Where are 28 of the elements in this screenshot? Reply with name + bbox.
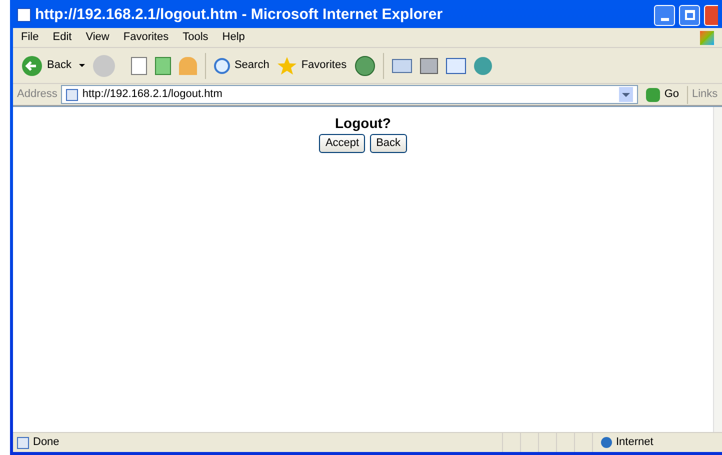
status-text: Done (33, 435, 60, 450)
maximize-button[interactable] (679, 4, 700, 26)
page-icon (66, 88, 78, 100)
minimize-button[interactable] (654, 4, 675, 26)
form-button[interactable]: Back (370, 134, 407, 153)
page-heading: Logout? (335, 114, 391, 133)
dropdown-arrow-icon[interactable] (79, 64, 86, 67)
zone-text: Internet (616, 435, 654, 450)
address-label: Address (17, 87, 58, 102)
favorites-button[interactable]: Favorites (277, 56, 347, 76)
globe-icon (601, 437, 612, 448)
close-button[interactable] (704, 4, 718, 26)
menu-item[interactable]: File (21, 29, 39, 46)
form-button[interactable]: Accept (319, 134, 366, 153)
address-field[interactable]: http://192.168.2.1/logout.htm (61, 85, 638, 104)
search-button[interactable]: Search (214, 57, 270, 74)
menu-item[interactable]: Help (222, 29, 245, 46)
dropdown-button[interactable] (619, 87, 634, 102)
window-title: http://192.168.2.1/logout.htm - Microsoft Internet Explorer (35, 4, 444, 25)
page-icon (17, 8, 31, 22)
star-icon (277, 56, 298, 76)
menu-item[interactable]: Tools (182, 29, 208, 46)
menu-item[interactable]: Favorites (123, 29, 169, 46)
go-button[interactable]: Go (642, 86, 683, 103)
back-button[interactable]: Back (21, 54, 72, 76)
menu-item[interactable]: View (86, 29, 110, 46)
page-icon (17, 436, 29, 448)
menu-item[interactable]: Edit (52, 29, 72, 46)
